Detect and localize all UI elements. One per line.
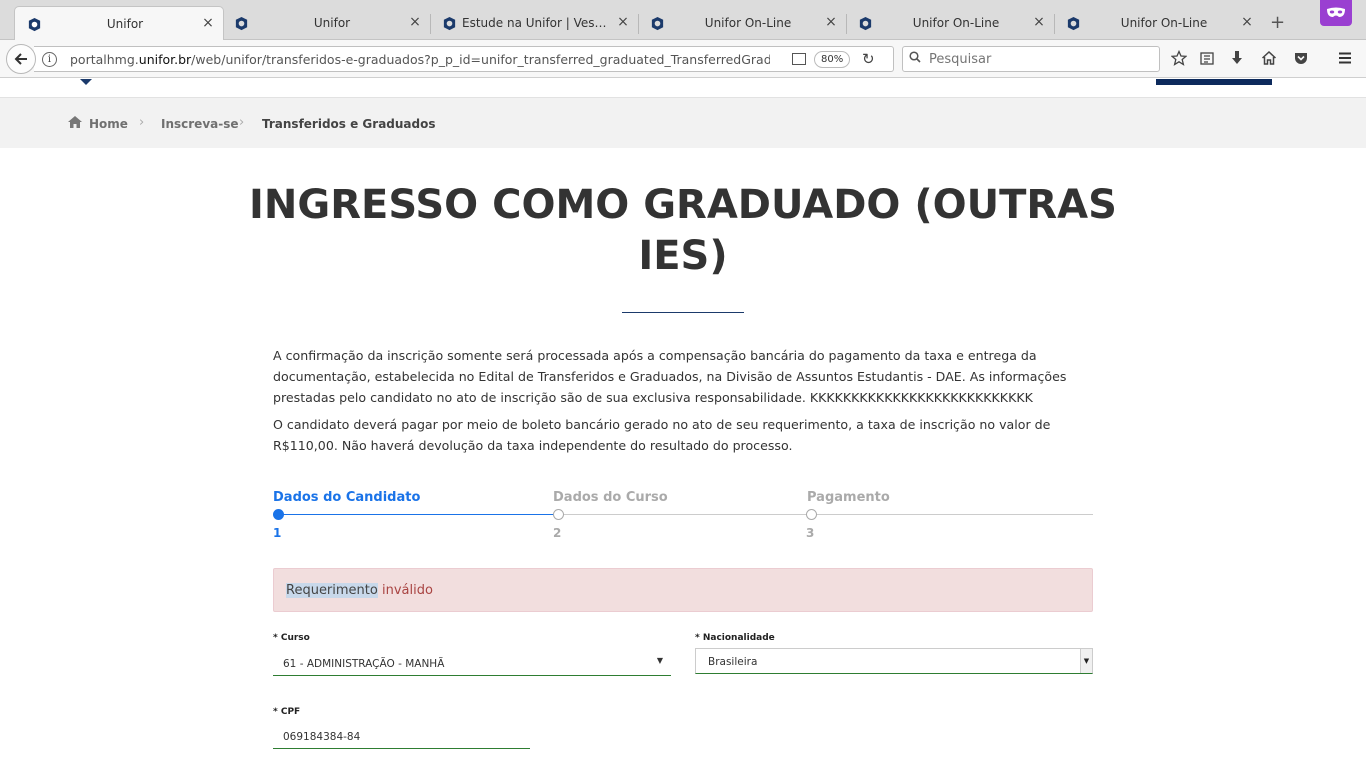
curso-label: * Curso — [273, 633, 310, 643]
unifor-favicon-icon — [443, 16, 456, 31]
breadcrumb-separator: › — [139, 115, 145, 130]
breadcrumb: Home › Inscreva-se › Transferidos e Grad… — [0, 98, 1366, 148]
step-label-candidato: Dados do Candidato — [273, 490, 421, 505]
page-title: INGRESSO COMO GRADUADO (OUTRAS IES) — [249, 182, 1117, 279]
browser-tab[interactable]: Unifor × — [14, 6, 224, 40]
breadcrumb-home-link[interactable]: Home — [89, 117, 128, 131]
browser-tab[interactable]: Unifor On-Line × — [638, 6, 846, 40]
step-dot-2 — [553, 509, 564, 520]
unifor-favicon-icon — [28, 17, 41, 32]
url-bar[interactable]: i portalhmg.unifor.br/web/unifor/transfe… — [34, 46, 894, 72]
close-tab-icon[interactable]: × — [1240, 14, 1254, 30]
unifor-favicon-icon — [1067, 16, 1080, 31]
zoom-level-badge[interactable]: 80% — [814, 51, 851, 68]
browser-tab[interactable]: Unifor × — [222, 6, 430, 40]
site-header — [0, 79, 1366, 98]
search-input[interactable] — [929, 50, 1149, 68]
unifor-favicon-icon — [651, 16, 664, 31]
fee-paragraph: O candidato deverá pagar por meio de bol… — [273, 417, 1051, 453]
step-connector — [558, 514, 1093, 515]
step-number-3: 3 — [806, 526, 815, 540]
nacionalidade-value: Brasileira — [708, 656, 758, 668]
download-icon[interactable] — [1227, 48, 1247, 68]
pocket-icon[interactable] — [1291, 48, 1311, 68]
bookmark-star-icon[interactable] — [1169, 48, 1189, 68]
close-tab-icon[interactable]: × — [408, 14, 422, 30]
dropdown-arrow-icon[interactable]: ▼ — [1080, 649, 1092, 673]
close-tab-icon[interactable]: × — [824, 14, 838, 30]
close-tab-icon[interactable]: × — [201, 15, 215, 31]
new-tab-button[interactable]: + — [1270, 12, 1285, 33]
step-number-1: 1 — [273, 526, 282, 540]
intro-paragraph: A confirmação da inscrição somente será … — [273, 348, 1067, 405]
tab-title: Unifor — [106, 17, 144, 31]
menu-hamburger-icon[interactable] — [1335, 48, 1355, 68]
chevron-down-icon: ▼ — [656, 656, 663, 665]
alert-text: inválido — [377, 583, 433, 598]
step-label-pagamento: Pagamento — [807, 490, 890, 505]
cpf-input[interactable]: 069184384-84 — [273, 723, 530, 749]
reload-icon[interactable]: ↻ — [862, 50, 875, 68]
reading-list-icon[interactable] — [1197, 48, 1217, 68]
curso-select[interactable]: 61 - ADMINISTRAÇÃO - MANHÃ ▼ — [273, 650, 671, 676]
error-alert: Requerimento inválido — [273, 568, 1093, 612]
breadcrumb-inscreva-link[interactable]: Inscreva-se — [161, 117, 239, 131]
search-icon — [909, 51, 921, 63]
tab-title: Unifor — [313, 16, 351, 30]
back-arrow-icon — [14, 53, 27, 65]
alert-highlighted-text: Requerimento — [286, 583, 378, 598]
breadcrumb-separator: › — [239, 115, 245, 130]
home-icon — [68, 116, 82, 128]
tab-title: Unifor On-Line — [912, 16, 1000, 30]
step-dot-3 — [806, 509, 817, 520]
home-icon[interactable] — [1259, 48, 1279, 68]
browser-tab[interactable]: Estude na Unifor | Vestibul... × — [430, 6, 638, 40]
site-info-icon[interactable]: i — [42, 52, 57, 67]
tab-title: Unifor On-Line — [704, 16, 792, 30]
unifor-logo[interactable] — [80, 79, 92, 85]
browser-tab[interactable]: Unifor On-Line × — [846, 6, 1054, 40]
search-bar[interactable] — [902, 46, 1160, 72]
unifor-favicon-icon — [859, 16, 872, 31]
header-button[interactable] — [1156, 79, 1272, 85]
nacionalidade-label: * Nacionalidade — [695, 633, 775, 643]
unifor-favicon-icon — [235, 16, 248, 31]
title-divider — [622, 312, 744, 313]
alert-message: Requerimento inválido — [286, 583, 433, 598]
cpf-label: * CPF — [273, 707, 301, 717]
cpf-value: 069184384-84 — [283, 731, 361, 743]
step-dot-1 — [273, 509, 284, 520]
browser-tab-bar: Unifor × Unifor × Estude na Unifor | Ves… — [0, 0, 1366, 40]
reader-view-icon[interactable] — [792, 53, 806, 65]
curso-value: 61 - ADMINISTRAÇÃO - MANHÃ — [283, 658, 445, 670]
close-tab-icon[interactable]: × — [1032, 14, 1046, 30]
step-number-2: 2 — [553, 526, 562, 540]
close-tab-icon[interactable]: × — [616, 14, 630, 30]
url-text[interactable]: portalhmg.unifor.br/web/unifor/transferi… — [70, 52, 770, 67]
tab-title: Estude na Unifor | Vestibul... — [462, 16, 610, 30]
browser-nav-bar: i portalhmg.unifor.br/web/unifor/transfe… — [0, 40, 1366, 78]
step-connector — [278, 514, 558, 515]
breadcrumb-current: Transferidos e Graduados — [262, 117, 436, 131]
private-mask-icon[interactable] — [1320, 0, 1352, 26]
step-label-curso: Dados do Curso — [553, 490, 668, 505]
tab-title: Unifor On-Line — [1120, 16, 1208, 30]
back-button[interactable] — [6, 44, 36, 74]
nacionalidade-select[interactable]: Brasileira ▼ — [695, 648, 1093, 674]
browser-tab[interactable]: Unifor On-Line × — [1054, 6, 1262, 40]
